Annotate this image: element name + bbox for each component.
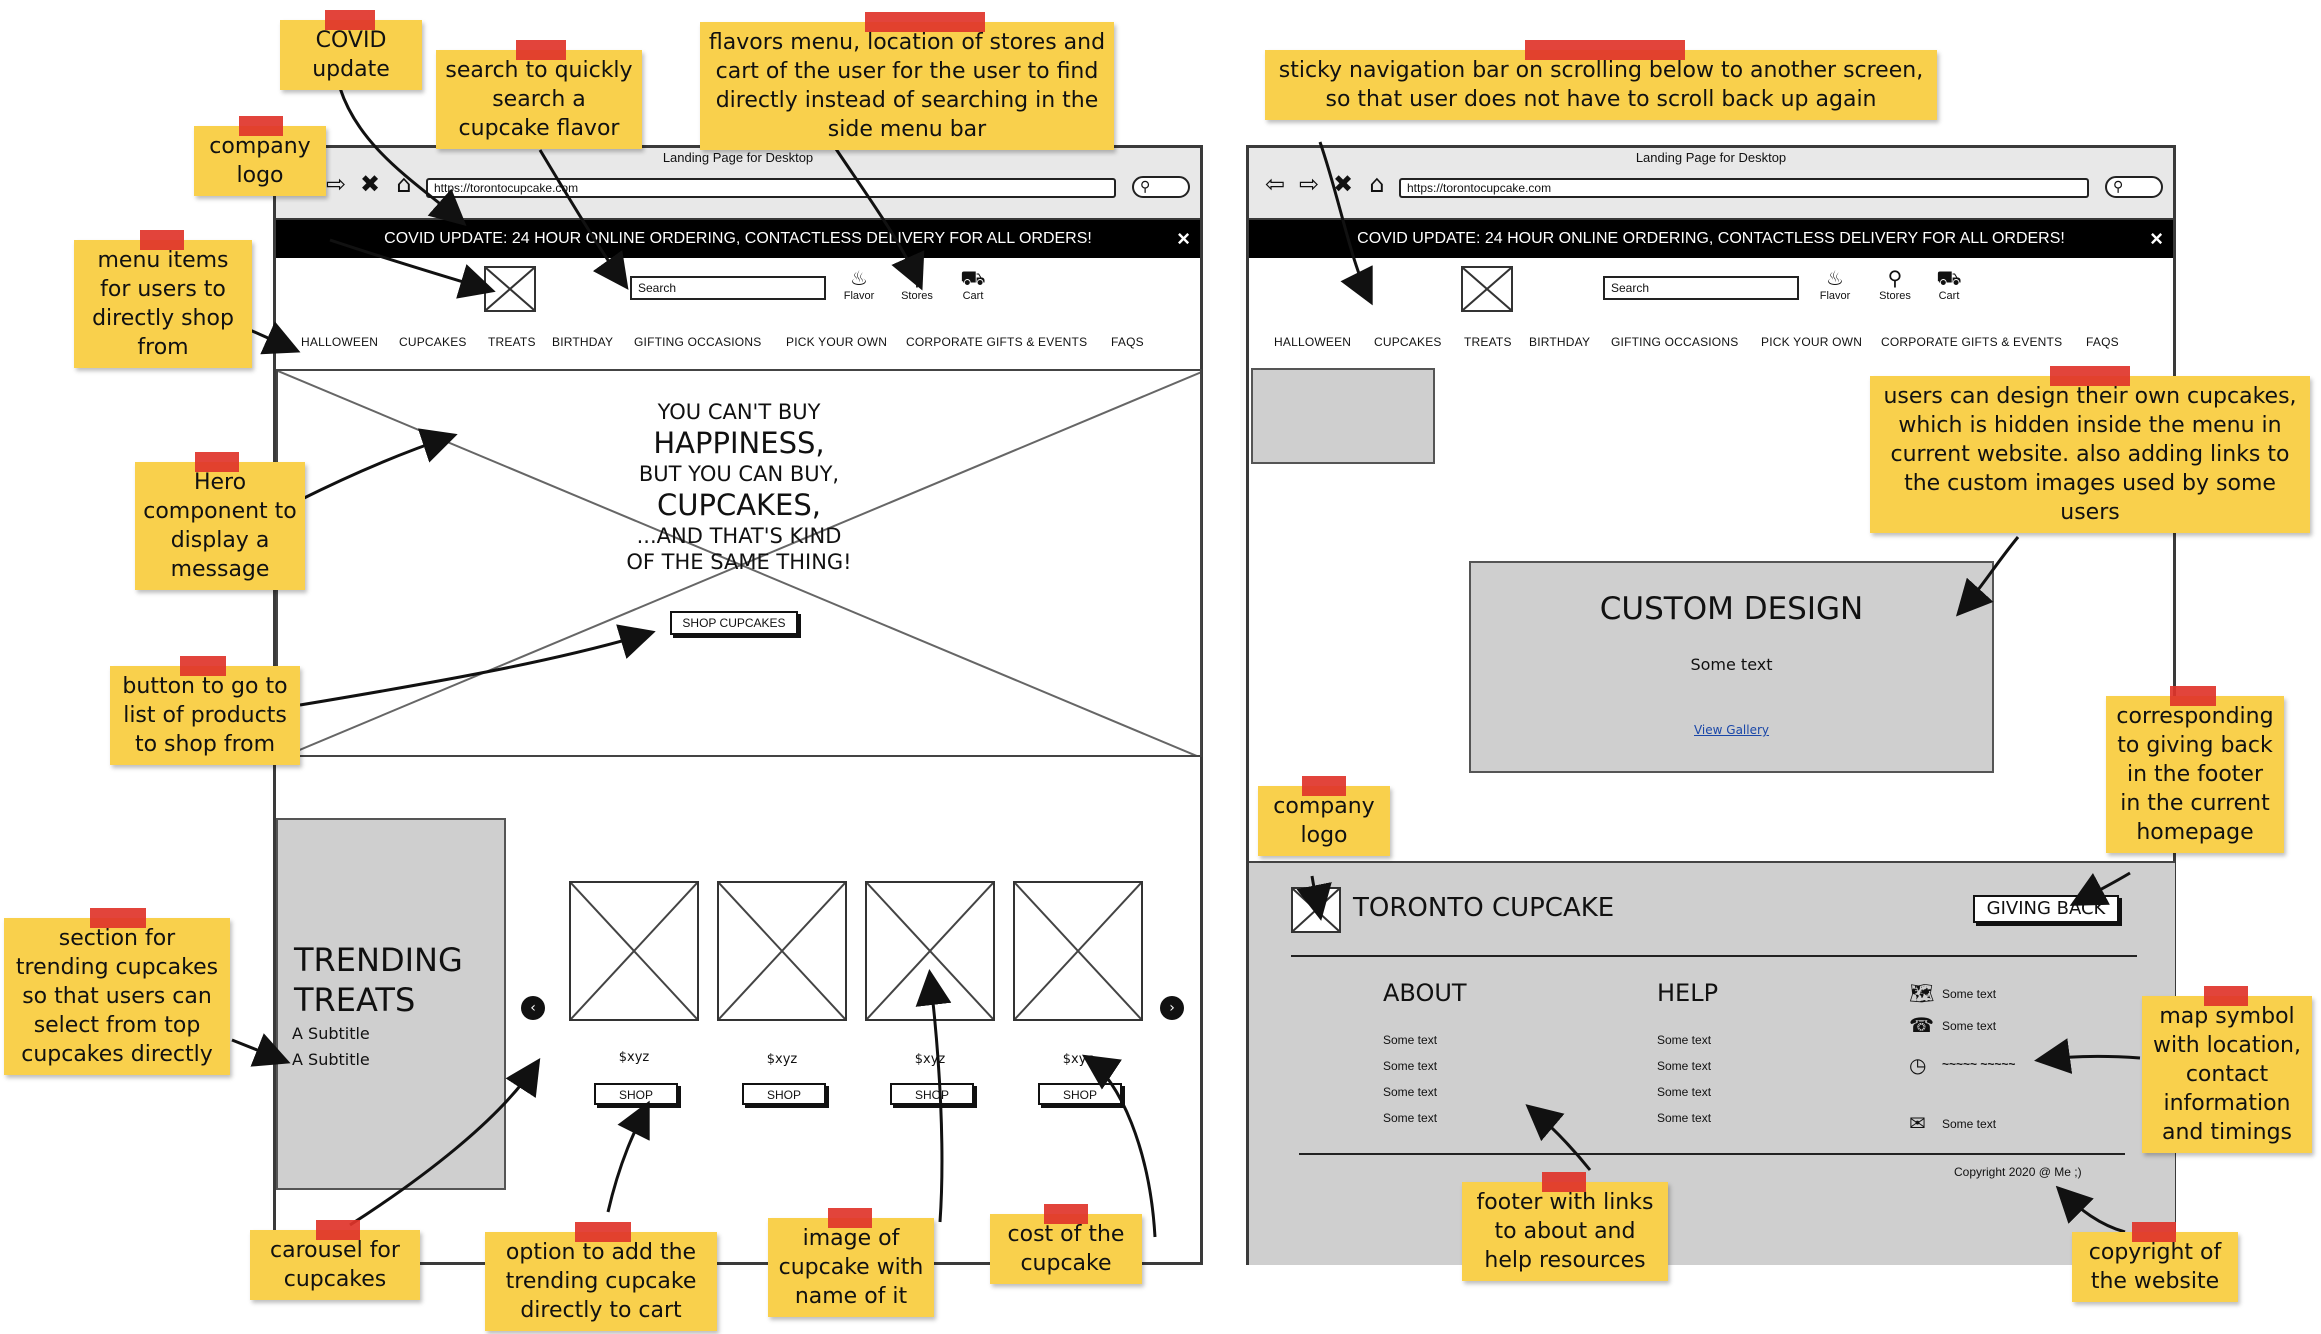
note-image-name: image of cupcake with name of it [768,1208,934,1317]
annotation-arrows [231,87,2141,1238]
note-button: button to go to list of products to shop… [110,656,300,765]
arrow-custom [1955,536,2020,617]
note-map: map symbol with location, contact inform… [2142,986,2312,1153]
arrow-button [299,624,656,707]
note-hero: Hero component to display a message [135,452,305,590]
note-trending: section for trending cupcakes so that us… [4,908,230,1075]
note-carousel: carousel for cupcakes [250,1220,420,1300]
note-menu-items: menu items for users to directly shop fr… [74,230,252,368]
note-logo-left: company logo [194,116,326,196]
arrow-giving [2069,871,2131,906]
note-logo-right: company logo [1258,776,1390,856]
note-flavors: flavors menu, location of stores and car… [700,12,1114,150]
arrow-copyright [2055,1185,2126,1234]
note-copyright: copyright of the website [2072,1222,2238,1302]
arrow-logo-right [1296,875,1332,921]
arrow-image [915,969,952,1223]
note-footer-links: footer with links to about and help reso… [1462,1172,1668,1281]
arrow-map [2034,1038,2141,1074]
note-cost: cost of the cupcake [990,1204,1142,1284]
arrow-trending [231,1033,291,1067]
arrow-add-cart [606,1100,650,1213]
note-search: search to quickly search a cupcake flavo… [436,40,642,149]
arrow-footer-links [1525,1104,1592,1171]
arrow-carousel [349,1057,541,1227]
arrow-sticky [1318,141,1373,306]
arrow-menu [249,321,301,355]
arrow-search [538,149,629,290]
arrow-cost [1082,1054,1157,1238]
note-custom: users can design their own cupcakes, whi… [1870,366,2310,533]
note-covid: COVID update [280,10,422,90]
note-giving-back: corresponding to giving back in the foot… [2106,686,2284,853]
note-sticky: sticky navigation bar on scrolling below… [1265,40,1937,120]
arrow-flavors [828,139,925,291]
note-add-to-cart: option to add the trending cupcake direc… [485,1222,717,1331]
arrow-logo-left [329,238,496,299]
arrow-hero [299,428,458,502]
